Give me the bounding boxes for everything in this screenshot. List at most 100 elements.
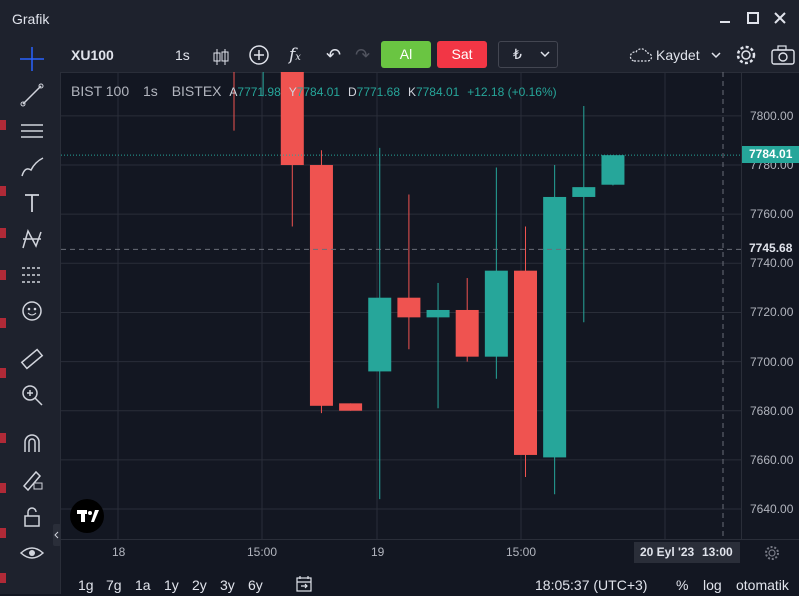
edge-marker <box>0 573 6 583</box>
tradingview-logo[interactable] <box>70 499 104 533</box>
goto-date-icon[interactable] <box>295 575 313 596</box>
add-indicator-icon[interactable] <box>248 44 270 66</box>
price-scale[interactable]: 7640.00 7660.00 7680.00 7700.00 7720.00 7740.… <box>741 72 799 539</box>
candle-body <box>455 309 479 357</box>
time-tick-label: 15:00 <box>247 545 278 559</box>
pattern-icon[interactable] <box>19 226 45 252</box>
legend-high-prefix: Y <box>288 85 297 99</box>
edge-marker <box>0 120 6 130</box>
crosshair-time: 13:00 <box>702 545 733 559</box>
candlestick-chart[interactable] <box>61 42 741 539</box>
minimize-icon[interactable] <box>717 10 733 26</box>
range-6y[interactable]: 6y <box>248 577 263 593</box>
price-tick-label: 7720.00 <box>750 305 794 320</box>
auto-toggle[interactable]: otomatik <box>736 577 789 593</box>
range-1y-a[interactable]: 1y <box>164 577 179 593</box>
time-tick-label: 19 <box>371 545 385 559</box>
trend-line-icon[interactable] <box>19 82 45 108</box>
candle-body <box>397 297 421 318</box>
smiley-icon[interactable] <box>19 298 45 324</box>
candle-body <box>484 270 508 357</box>
redo-icon[interactable]: ↷ <box>355 38 370 72</box>
candle-style-icon[interactable] <box>212 45 230 65</box>
legend-symbol: BIST 100 <box>71 83 130 99</box>
candle-body <box>339 403 363 411</box>
price-tick-label: 7740.00 <box>750 256 794 271</box>
candle-body <box>543 196 567 458</box>
edge-marker <box>0 368 6 378</box>
legend-open: 7771.98 <box>237 85 281 99</box>
clock-text[interactable]: 18:05:37 (UTC+3) <box>535 577 647 593</box>
legend-exchange: BISTEX <box>171 83 222 99</box>
time-scale[interactable]: 18 15:00 19 15:00 20 Eyl '23 13:00 <box>61 539 799 567</box>
maximize-icon[interactable] <box>745 10 761 26</box>
gear-icon[interactable] <box>734 43 758 67</box>
lock-drawings-icon[interactable] <box>19 466 45 492</box>
range-3y[interactable]: 3y <box>220 577 235 593</box>
collapse-toolbar-handle[interactable] <box>53 524 61 546</box>
candle-body <box>572 187 596 197</box>
legend-interval: 1s <box>143 83 158 99</box>
crosshair-price-tag: 7745.68 <box>742 240 799 258</box>
legend-close: 7784.01 <box>415 85 460 99</box>
buy-button[interactable]: Al <box>381 41 431 68</box>
time-tick-label: 15:00 <box>506 545 537 559</box>
candle-body <box>601 155 625 185</box>
price-tick-label: 7800.00 <box>750 108 794 123</box>
legend-change: +12.18 (+0.16%) <box>467 85 557 99</box>
eye-icon[interactable] <box>19 540 45 566</box>
window-title: Grafik <box>12 11 50 27</box>
sell-button[interactable]: Sat <box>437 41 487 68</box>
zoom-icon[interactable] <box>19 382 45 408</box>
chart-toolbar: XU100 1s fx ↶ ↷ Al Sat ₺ Kaydet <box>60 38 799 73</box>
legend-low-prefix: D <box>347 85 357 99</box>
ruler-icon[interactable] <box>19 346 45 372</box>
edge-marker <box>0 528 6 538</box>
crosshair-icon[interactable] <box>19 46 45 72</box>
percent-toggle[interactable]: % <box>676 577 688 593</box>
price-tick-label: 7760.00 <box>750 207 794 222</box>
range-2y[interactable]: 2y <box>192 577 207 593</box>
camera-icon[interactable] <box>770 44 796 66</box>
crosshair-time-tag: 20 Eyl '23 13:00 <box>634 542 740 563</box>
legend-close-prefix: K <box>407 85 416 99</box>
cloud-icon <box>628 44 654 66</box>
fib-retracement-icon[interactable] <box>19 118 45 144</box>
chart-pane[interactable] <box>61 42 741 539</box>
undo-icon[interactable]: ↶ <box>326 38 341 72</box>
candle-body <box>426 309 450 318</box>
chart-legend: BIST 100 1s BISTEX A7771.98 Y7784.01 D77… <box>71 83 561 99</box>
save-chevron-icon[interactable] <box>710 38 722 72</box>
prediction-icon[interactable] <box>19 262 45 288</box>
close-icon[interactable] <box>772 10 788 26</box>
text-icon[interactable] <box>19 190 45 216</box>
magnet-icon[interactable] <box>19 430 45 456</box>
indicators-icon[interactable]: fx <box>289 38 301 72</box>
symbol-search[interactable]: XU100 <box>71 38 114 72</box>
candle-body <box>368 297 392 372</box>
price-tick-label: 7680.00 <box>750 403 794 418</box>
candle-body <box>309 165 333 406</box>
range-1d[interactable]: 1g <box>78 577 94 593</box>
interval-selector[interactable]: 1s <box>175 38 190 72</box>
price-tick-label: 7640.00 <box>750 502 794 516</box>
brush-icon[interactable] <box>19 154 45 180</box>
currency-select[interactable]: ₺ <box>498 41 558 68</box>
edge-marker <box>0 318 6 328</box>
edge-marker <box>0 270 6 280</box>
currency-label: ₺ <box>513 46 522 62</box>
edge-marker <box>0 186 6 196</box>
crosshair-date: 20 Eyl '23 <box>640 545 695 559</box>
price-tick-label: 7700.00 <box>750 354 794 369</box>
range-7d[interactable]: 7g <box>106 577 122 593</box>
save-button[interactable]: Kaydet <box>656 38 700 72</box>
price-tick-label: 7660.00 <box>750 452 794 467</box>
settings-icon[interactable] <box>763 544 781 567</box>
time-tick-label: 18 <box>112 545 126 559</box>
edge-marker <box>0 228 6 238</box>
candle-body <box>514 270 537 455</box>
unlock-icon[interactable] <box>19 504 45 530</box>
log-toggle[interactable]: log <box>703 577 722 593</box>
edge-marker <box>0 483 6 493</box>
range-1m[interactable]: 1a <box>135 577 151 593</box>
